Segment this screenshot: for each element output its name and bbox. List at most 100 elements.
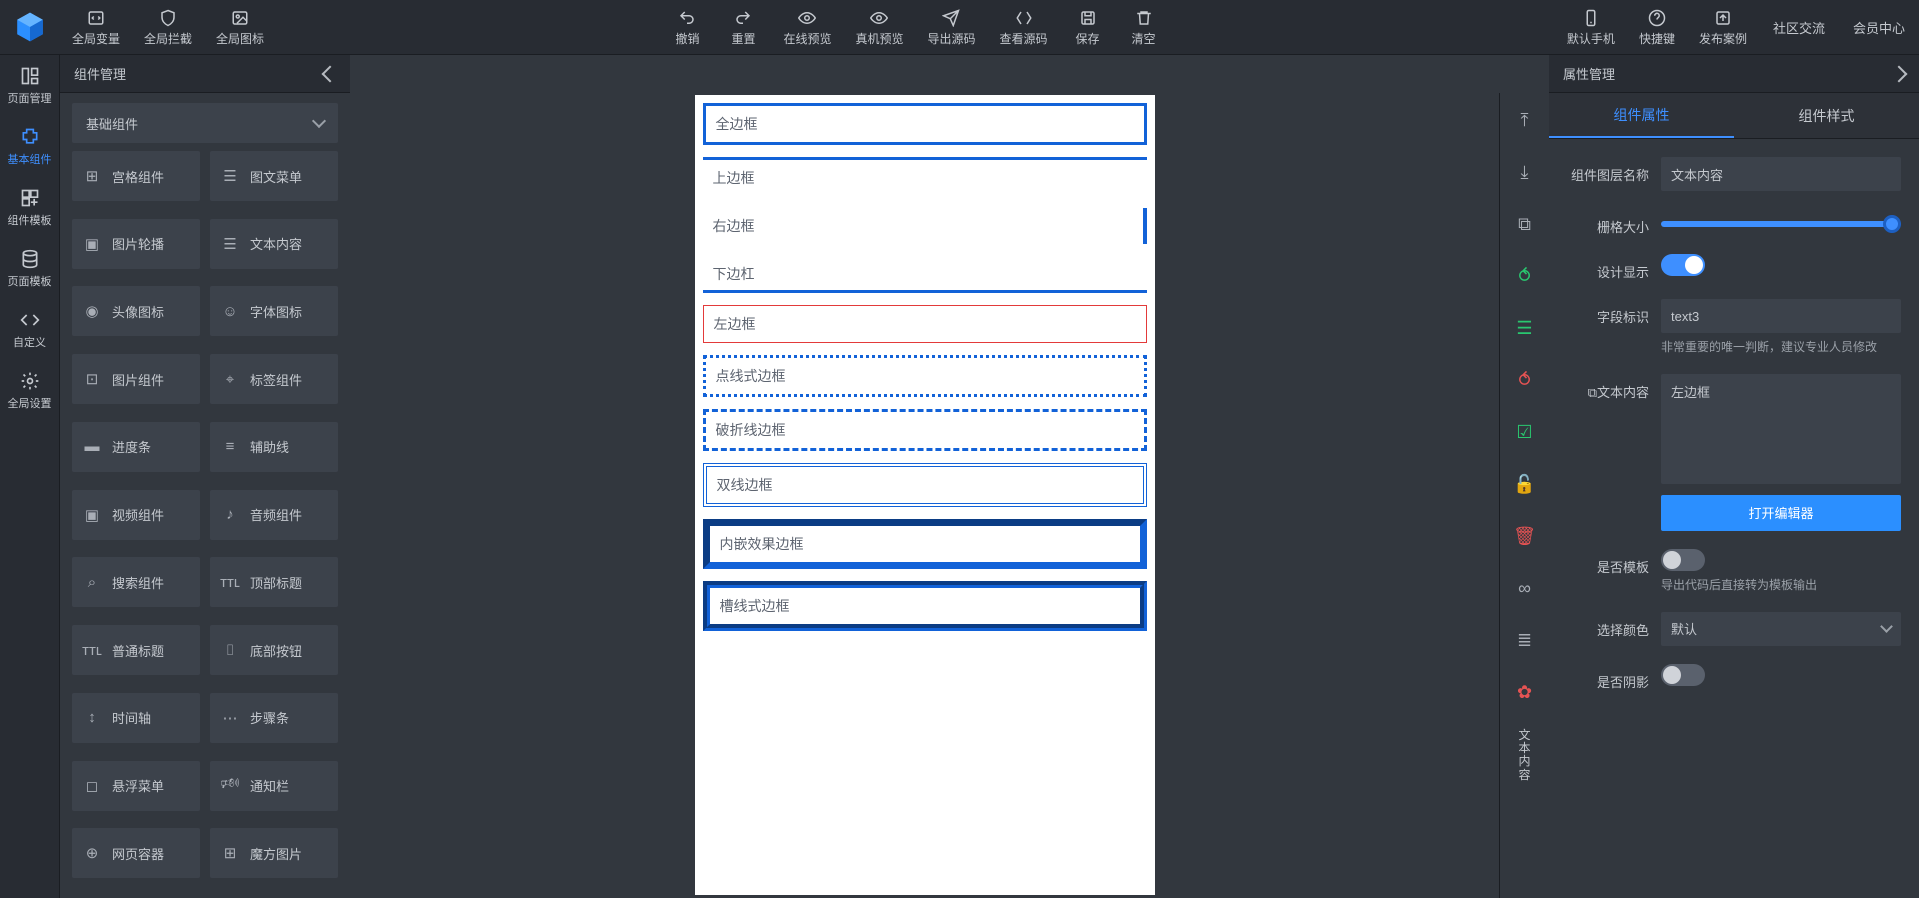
- input-field-id[interactable]: [1661, 299, 1901, 333]
- component-item[interactable]: ☰图文菜单: [210, 151, 338, 201]
- toolbar-help-button[interactable]: 快捷键: [1627, 4, 1687, 51]
- toolbar-save-button[interactable]: 保存: [1060, 4, 1116, 51]
- switch-has-shadow[interactable]: [1661, 664, 1705, 686]
- component-item-label: 宫格组件: [112, 167, 164, 186]
- tab-component-style[interactable]: 组件样式: [1734, 93, 1919, 138]
- switch-design-show[interactable]: [1661, 254, 1705, 276]
- toolbar-brackets-button[interactable]: 查看源码: [988, 4, 1060, 51]
- nav-grid-plus[interactable]: 组件模板: [0, 177, 59, 238]
- gear-icon[interactable]: ✿: [1510, 677, 1540, 707]
- align-top-icon[interactable]: ⤒: [1510, 105, 1540, 135]
- toolbar-image-button[interactable]: 全局图标: [204, 4, 276, 51]
- component-item[interactable]: ☺字体图标: [210, 286, 338, 336]
- open-editor-button[interactable]: 打开编辑器: [1661, 495, 1901, 531]
- label-design-show: 设计显示: [1567, 254, 1649, 281]
- puzzle2-icon[interactable]: ⥀: [1510, 365, 1540, 395]
- component-item[interactable]: ▣图片轮播: [72, 219, 200, 269]
- property-panel-title: 属性管理: [1563, 64, 1615, 83]
- toolbar-redo-button[interactable]: 重置: [715, 4, 771, 51]
- canvas-text-row[interactable]: 左边框: [703, 305, 1147, 343]
- component-glyph-icon: ⌷: [220, 640, 240, 660]
- layers-icon[interactable]: ≣: [1510, 625, 1540, 655]
- component-item[interactable]: ᴛᴛʟ顶部标题: [210, 557, 338, 607]
- top-link[interactable]: 会员中心: [1839, 18, 1919, 37]
- toolbar-code-button[interactable]: 全局变量: [60, 4, 132, 51]
- doc-icon[interactable]: ☰: [1510, 313, 1540, 343]
- property-body: 组件图层名称 栅格大小 设计显示 字段标识 非常重要的唯一判断，建议专业人员修改…: [1549, 139, 1919, 898]
- component-item[interactable]: ♪音频组件: [210, 490, 338, 540]
- component-item[interactable]: ⌕搜索组件: [72, 557, 200, 607]
- canvas-text-row[interactable]: 右边框: [703, 208, 1147, 244]
- canvas-text-row[interactable]: 槽线式边框: [703, 581, 1147, 631]
- chevron-down-icon: [1880, 620, 1893, 633]
- canvas-text-row[interactable]: 下边杠: [703, 256, 1147, 293]
- logo[interactable]: [0, 11, 60, 43]
- component-item[interactable]: ☰文本内容: [210, 219, 338, 269]
- collapse-left-icon[interactable]: [322, 65, 339, 82]
- component-item-label: 音频组件: [250, 505, 302, 524]
- expand-right-icon[interactable]: [1891, 65, 1908, 82]
- lock-icon[interactable]: 🔓: [1510, 469, 1540, 499]
- puzzle-icon[interactable]: ⥀: [1510, 261, 1540, 291]
- gear-icon: [19, 370, 41, 392]
- component-item[interactable]: ᴛᴛʟ普通标题: [72, 625, 200, 675]
- doc-check-icon[interactable]: ☑: [1510, 417, 1540, 447]
- component-item[interactable]: ⌷底部按钮: [210, 625, 338, 675]
- component-item[interactable]: ⋯步骤条: [210, 693, 338, 743]
- component-glyph-icon: ⊞: [220, 843, 240, 863]
- input-layer-name[interactable]: [1661, 157, 1901, 191]
- phone-preview[interactable]: 全边框上边框右边框下边杠左边框点线式边框破折线边框双线边框内嵌效果边框槽线式边框: [695, 95, 1155, 895]
- canvas-text-row[interactable]: 破折线边框: [703, 409, 1147, 451]
- toolbar-phone-button[interactable]: 默认手机: [1555, 4, 1627, 51]
- component-item[interactable]: ⊕网页容器: [72, 828, 200, 878]
- toolbar-shield-button[interactable]: 全局拦截: [132, 4, 204, 51]
- component-item[interactable]: ⊡图片组件: [72, 354, 200, 404]
- tab-component-props[interactable]: 组件属性: [1549, 93, 1734, 138]
- shield-icon: [158, 8, 178, 28]
- component-item[interactable]: 🕬通知栏: [210, 761, 338, 811]
- toolbar-trash-button[interactable]: 清空: [1116, 4, 1172, 51]
- component-item[interactable]: ⊞ 宫格组件: [72, 151, 200, 201]
- component-item[interactable]: ◉头像图标: [72, 286, 200, 336]
- select-color[interactable]: 默认: [1661, 612, 1901, 646]
- canvas-text-row[interactable]: 点线式边框: [703, 355, 1147, 397]
- component-item[interactable]: ⌖标签组件: [210, 354, 338, 404]
- align-bottom-icon[interactable]: ⤓: [1510, 157, 1540, 187]
- component-item-label: 时间轴: [112, 708, 151, 727]
- link-icon[interactable]: ∞: [1510, 573, 1540, 603]
- canvas-text-row[interactable]: 内嵌效果边框: [703, 519, 1147, 569]
- nav-gear[interactable]: 全局设置: [0, 360, 59, 421]
- component-category-select[interactable]: 基础组件: [72, 103, 338, 143]
- canvas-area: 全边框上边框右边框下边杠左边框点线式边框破折线边框双线边框内嵌效果边框槽线式边框: [350, 55, 1499, 898]
- toolbar-undo-button[interactable]: 撤销: [659, 4, 715, 51]
- copy-icon[interactable]: ⧉: [1510, 209, 1540, 239]
- component-item[interactable]: ▣视频组件: [72, 490, 200, 540]
- toolbar-send-button[interactable]: 导出源码: [915, 4, 987, 51]
- component-item[interactable]: ▬进度条: [72, 422, 200, 472]
- component-item[interactable]: ◻悬浮菜单: [72, 761, 200, 811]
- component-glyph-icon: ⊕: [82, 843, 102, 863]
- canvas-text-row[interactable]: 双线边框: [703, 463, 1147, 507]
- component-item[interactable]: ↕时间轴: [72, 693, 200, 743]
- delete-icon[interactable]: 🗑: [1510, 521, 1540, 551]
- nav-db[interactable]: 页面模板: [0, 238, 59, 299]
- toolbar-publish-button[interactable]: 发布案例: [1687, 4, 1759, 51]
- toolbar-eye-button[interactable]: 真机预览: [843, 4, 915, 51]
- nav-layout[interactable]: 页面管理: [0, 55, 59, 116]
- component-glyph-icon: ⊞: [82, 166, 102, 186]
- canvas-text-row[interactable]: 全边框: [703, 103, 1147, 145]
- slider-grid-size[interactable]: [1661, 221, 1901, 227]
- textarea-text-content[interactable]: [1661, 374, 1901, 484]
- component-item-label: 搜索组件: [112, 573, 164, 592]
- component-item[interactable]: ≡辅助线: [210, 422, 338, 472]
- component-item-label: 魔方图片: [250, 844, 302, 863]
- slider-thumb[interactable]: [1883, 215, 1901, 233]
- nav-puzzle[interactable]: 基本组件: [0, 116, 59, 177]
- component-item[interactable]: ⊞ 魔方图片: [210, 828, 338, 878]
- toolbar-eye-button[interactable]: 在线预览: [771, 4, 843, 51]
- nav-code2[interactable]: 自定义: [0, 299, 59, 360]
- top-link[interactable]: 社区交流: [1759, 18, 1839, 37]
- rail-text-content[interactable]: 文本内容: [1505, 729, 1545, 782]
- canvas-text-row[interactable]: 上边框: [703, 157, 1147, 196]
- switch-is-template[interactable]: [1661, 549, 1705, 571]
